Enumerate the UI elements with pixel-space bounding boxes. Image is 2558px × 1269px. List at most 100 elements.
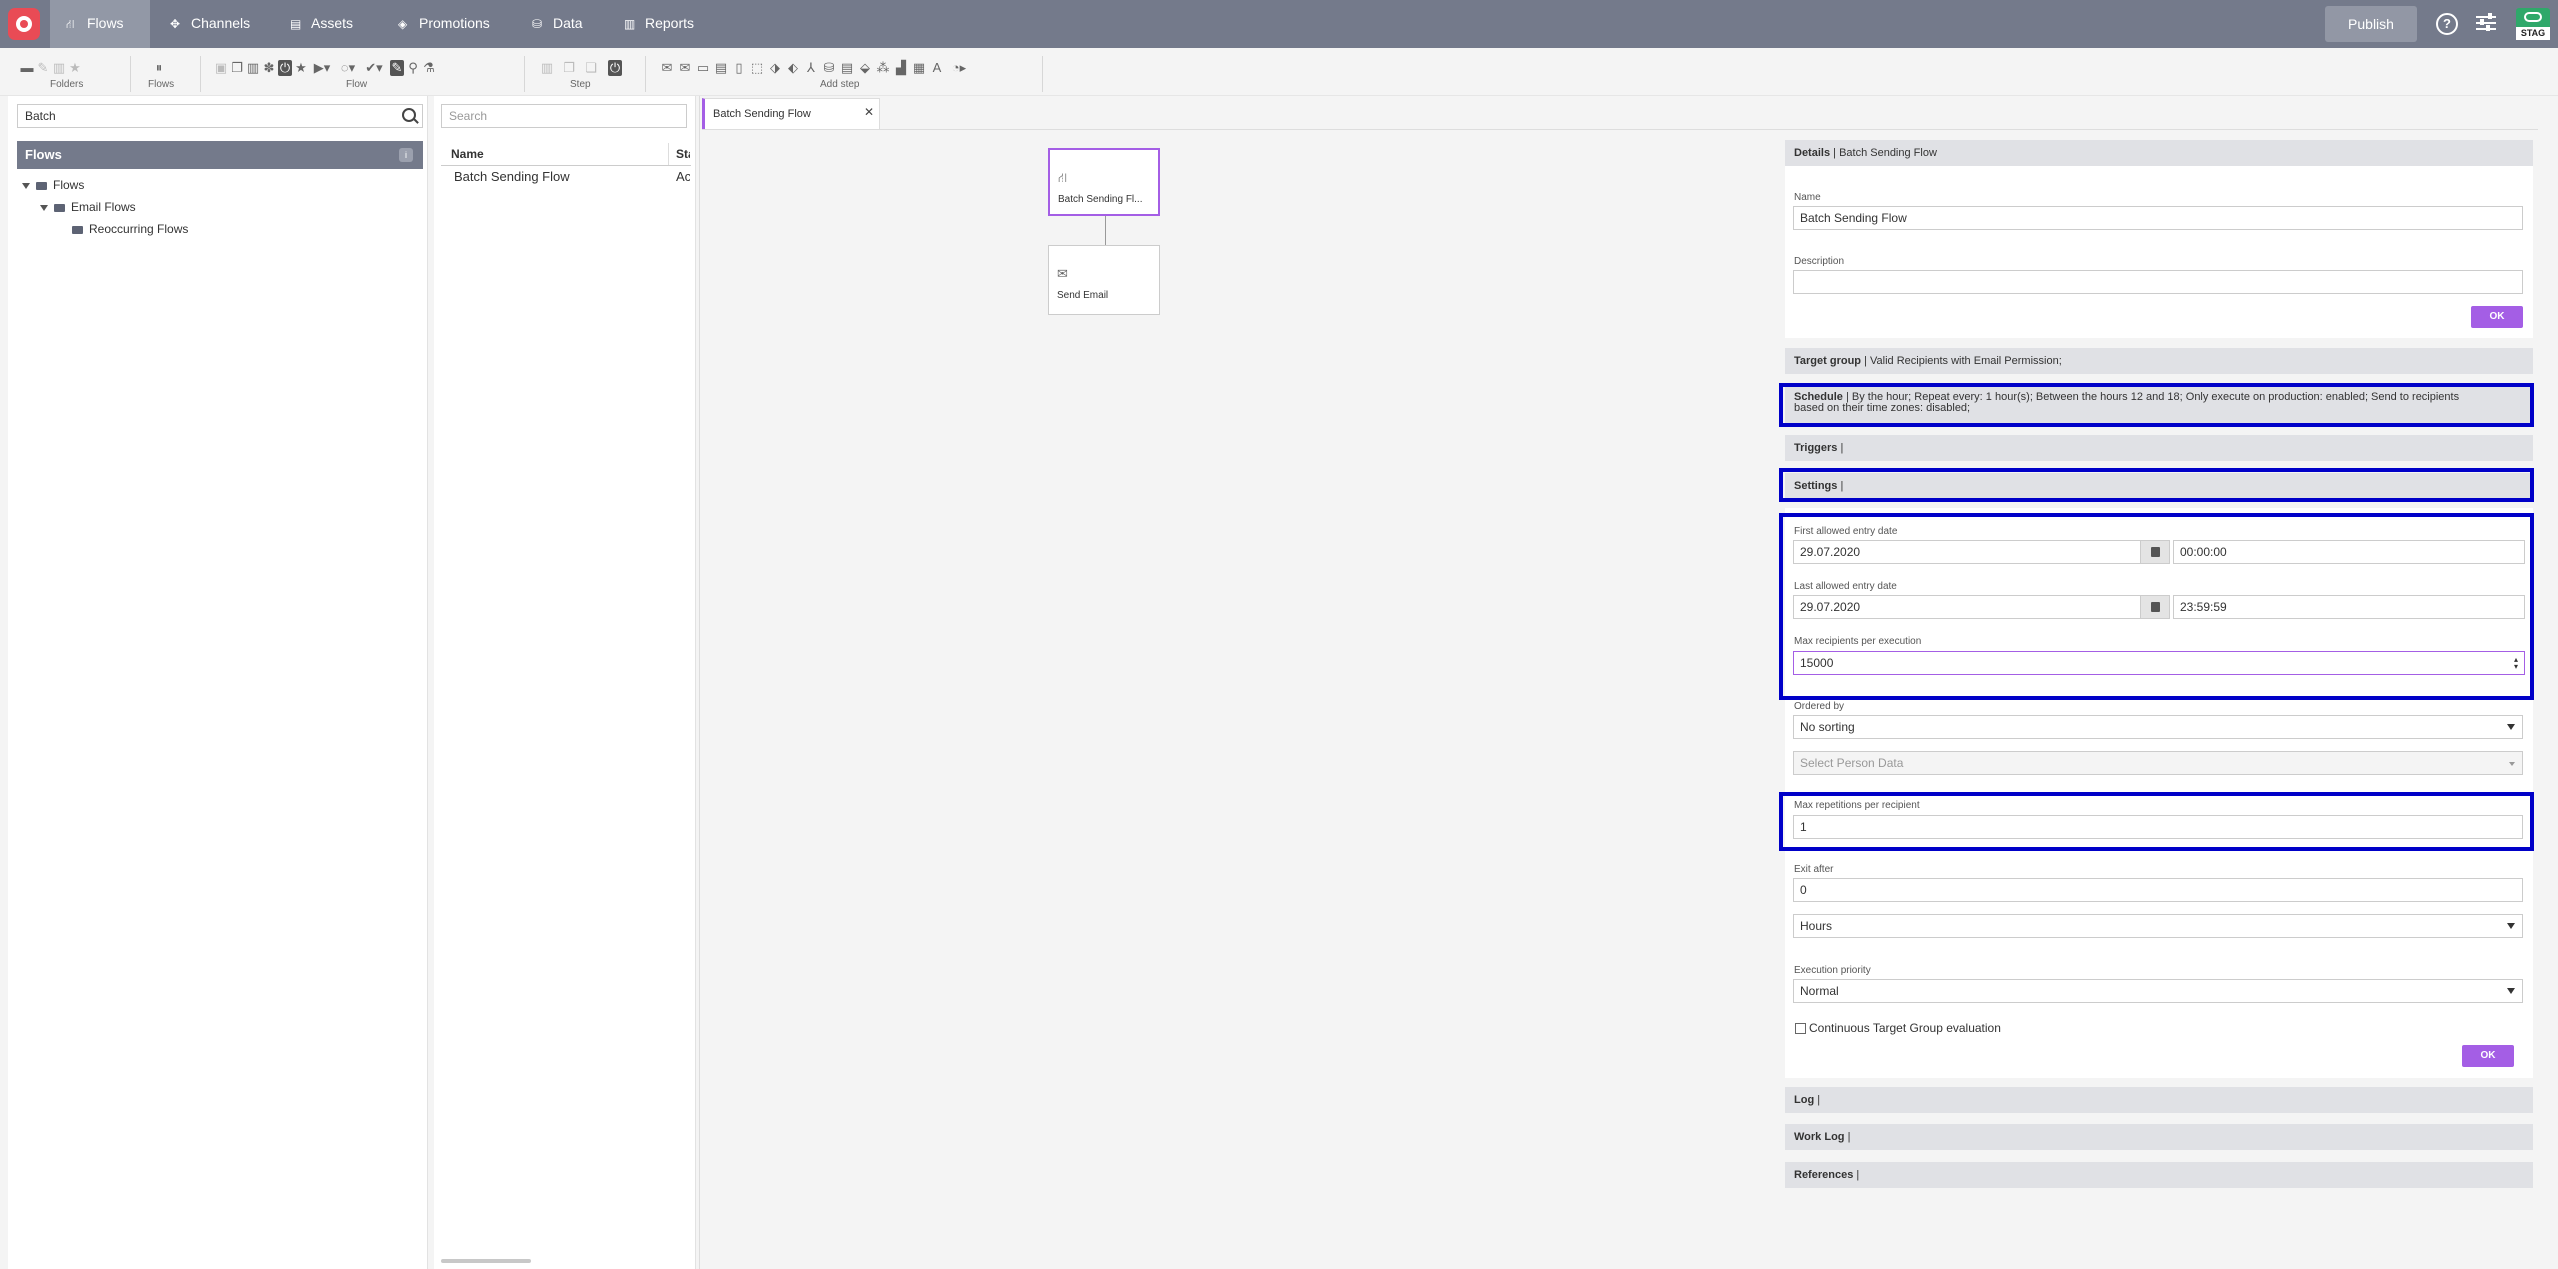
toolbar-group-folders: Folders	[50, 79, 84, 90]
folder-search-input[interactable]: Batch	[17, 104, 423, 128]
add-print-icon[interactable]: ▤	[714, 60, 728, 76]
tab-batch-sending-flow[interactable]: Batch Sending Flow	[702, 98, 880, 130]
first-entry-date-input[interactable]: 29.07.2020	[1793, 540, 2142, 564]
last-entry-time-input[interactable]: 23:59:59	[2173, 595, 2525, 619]
schedule-header[interactable]: Schedule | By the hour; Repeat every: 1 …	[1785, 386, 2533, 426]
nav-assets[interactable]: ▤ Assets	[274, 0, 374, 48]
edit-icon[interactable]: ✎	[390, 60, 404, 76]
description-input[interactable]	[1793, 270, 2523, 294]
add-mobile-icon[interactable]: ▯	[732, 60, 746, 76]
calendar-icon[interactable]	[2140, 540, 2170, 564]
add-document-icon[interactable]: ▤	[840, 60, 854, 76]
log-header[interactable]: Log |	[1785, 1087, 2533, 1113]
favorite-folder-icon[interactable]: ★	[68, 60, 82, 76]
add-timer-icon[interactable]: ◔▸	[948, 60, 970, 76]
step-paste-icon[interactable]: ❏	[584, 60, 598, 76]
add-split-icon[interactable]: ⬗	[768, 60, 782, 76]
zoom-icon[interactable]: ⚲	[406, 60, 420, 76]
references-header[interactable]: References |	[1785, 1162, 2533, 1188]
ordered-by-select[interactable]: No sorting	[1793, 715, 2523, 739]
settings-sliders-icon[interactable]	[2476, 13, 2496, 33]
lab-icon[interactable]: ⚗	[422, 60, 436, 76]
add-merge-icon[interactable]: ⬙	[858, 60, 872, 76]
add-email-icon[interactable]: ✉	[660, 60, 674, 76]
power-icon[interactable]: ⏻	[278, 60, 292, 76]
step-copy-icon[interactable]: ❐	[562, 60, 576, 76]
help-icon[interactable]: ?	[2436, 13, 2458, 35]
network-icon[interactable]: ✽	[262, 60, 276, 76]
max-repetitions-input[interactable]: 1	[1793, 815, 2523, 839]
add-filter-icon[interactable]: ⬖	[786, 60, 800, 76]
add-webhook-icon[interactable]: ⬚	[750, 60, 764, 76]
exit-unit-select[interactable]: Hours	[1793, 914, 2523, 938]
column-header-status[interactable]: Sta	[676, 143, 690, 165]
target-group-header[interactable]: Target group | Valid Recipients with Ema…	[1785, 348, 2533, 374]
continuous-evaluation-checkbox[interactable]	[1795, 1023, 1806, 1034]
description-label: Description	[1794, 256, 1845, 267]
step-power-icon[interactable]: ⏻	[608, 60, 622, 76]
person-data-select[interactable]: Select Person Data	[1793, 751, 2523, 775]
flow-row-name[interactable]: Batch Sending Flow	[454, 169, 570, 184]
app-logo[interactable]	[8, 8, 40, 40]
chevron-down-icon[interactable]	[40, 204, 48, 211]
nav-reports[interactable]: ▥ Reports	[608, 0, 708, 48]
save-icon[interactable]: ▣	[214, 60, 228, 76]
add-email-send-icon[interactable]: ✉	[678, 60, 692, 76]
details-ok-button[interactable]: OK	[2471, 306, 2523, 328]
delete-icon[interactable]: ▥	[246, 60, 260, 76]
check-icon[interactable]: ✔▾	[362, 60, 386, 76]
name-input[interactable]: Batch Sending Flow	[1793, 206, 2523, 230]
bulb-icon[interactable]: ◌▾	[336, 60, 360, 76]
column-header-name[interactable]: Name	[451, 143, 484, 165]
new-folder-icon[interactable]: ▬	[20, 60, 34, 76]
add-calendar-icon[interactable]: ▦	[912, 60, 926, 76]
flow-node-start[interactable]: ⛙ Batch Sending Fl...	[1048, 148, 1160, 216]
add-ab-icon[interactable]: A	[930, 60, 944, 76]
close-icon[interactable]: ✕	[864, 105, 874, 119]
spinner-icon[interactable]: ▴ ▾	[2514, 656, 2518, 671]
add-chart-icon[interactable]: ▟	[894, 60, 908, 76]
flow-row-status[interactable]: Ac	[676, 169, 690, 184]
work-log-header[interactable]: Work Log |	[1785, 1124, 2533, 1150]
step-delete-icon[interactable]: ▥	[540, 60, 554, 76]
priority-select[interactable]: Normal	[1793, 979, 2523, 1003]
tree-item-email-flows[interactable]: Email Flows	[40, 198, 136, 216]
environment-badge[interactable]: STAG	[2516, 8, 2550, 40]
flows-menu-icon[interactable]: ⏸	[152, 60, 166, 76]
info-icon[interactable]: i	[399, 148, 413, 162]
exit-after-input[interactable]: 0	[1793, 878, 2523, 902]
delete-folder-icon[interactable]: ▥	[52, 60, 66, 76]
add-branch-icon[interactable]: ⅄	[804, 60, 818, 76]
nav-channels[interactable]: ✥ Channels	[154, 0, 264, 48]
tree-item-flows[interactable]: Flows	[22, 176, 84, 194]
add-database-icon[interactable]: ⛁	[822, 60, 836, 76]
copy-icon[interactable]: ❐	[230, 60, 244, 76]
settings-header[interactable]: Settings |	[1785, 473, 2533, 499]
publish-button[interactable]: Publish	[2325, 6, 2417, 42]
chevron-down-icon	[2507, 988, 2515, 994]
first-entry-time-input[interactable]: 00:00:00	[2173, 540, 2525, 564]
star-icon[interactable]: ★	[294, 60, 308, 76]
add-sms-icon[interactable]: ▭	[696, 60, 710, 76]
triggers-header[interactable]: Triggers |	[1785, 435, 2533, 461]
nav-flows[interactable]: ⛙ Flows	[50, 0, 150, 48]
nav-data[interactable]: ⛁ Data	[516, 0, 596, 48]
play-icon[interactable]: ▶▾	[310, 60, 334, 76]
calendar-icon[interactable]	[2140, 595, 2170, 619]
flows-folder-header[interactable]: Flows	[17, 141, 423, 169]
details-header[interactable]: Details | Batch Sending Flow	[1785, 140, 2533, 166]
horizontal-scrollbar[interactable]	[441, 1259, 531, 1263]
flow-node-send-email[interactable]: ✉ Send Email	[1048, 245, 1160, 315]
toolbar: ▬ ✎ ▥ ★ Folders ⏸ Flows ▣ ❐ ▥ ✽ ⏻ ★ ▶▾ ◌…	[0, 48, 2558, 96]
chevron-down-icon	[2507, 923, 2515, 929]
settings-ok-button[interactable]: OK	[2462, 1045, 2514, 1067]
add-group-icon[interactable]: ⁂	[876, 60, 890, 76]
max-recipients-input[interactable]: 15000 ▴ ▾	[1793, 651, 2525, 675]
nav-promotions[interactable]: ◈ Promotions	[382, 0, 512, 48]
last-entry-date-input[interactable]: 29.07.2020	[1793, 595, 2142, 619]
chevron-down-icon[interactable]	[22, 182, 30, 189]
tree-item-reoccurring-flows[interactable]: Reoccurring Flows	[72, 220, 188, 238]
search-icon[interactable]	[402, 108, 416, 122]
edit-folder-icon[interactable]: ✎	[36, 60, 50, 76]
flow-search-input[interactable]: Search	[441, 104, 687, 128]
